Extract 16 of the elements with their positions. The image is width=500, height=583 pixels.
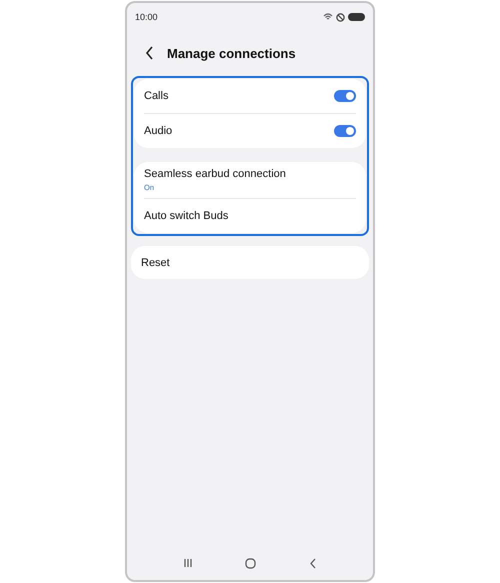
home-icon[interactable] (245, 558, 256, 568)
back-icon[interactable] (145, 46, 155, 60)
setting-label: Auto switch Buds (144, 210, 228, 222)
do-not-disturb-icon (336, 12, 345, 22)
battery-icon (348, 13, 365, 21)
toggle-switch[interactable] (334, 125, 356, 137)
wifi-icon (323, 13, 333, 21)
page-title: Manage connections (167, 46, 296, 60)
setting-label: Seamless earbud connection (144, 168, 286, 180)
toggle-switch[interactable] (334, 90, 356, 102)
status-time: 10:00 (135, 12, 158, 22)
setting-label: Calls (144, 90, 168, 102)
recent-apps-icon[interactable] (183, 558, 194, 568)
back-icon[interactable] (308, 558, 317, 568)
setting-label[interactable]: Reset (141, 256, 170, 268)
setting-label: Audio (144, 125, 172, 137)
